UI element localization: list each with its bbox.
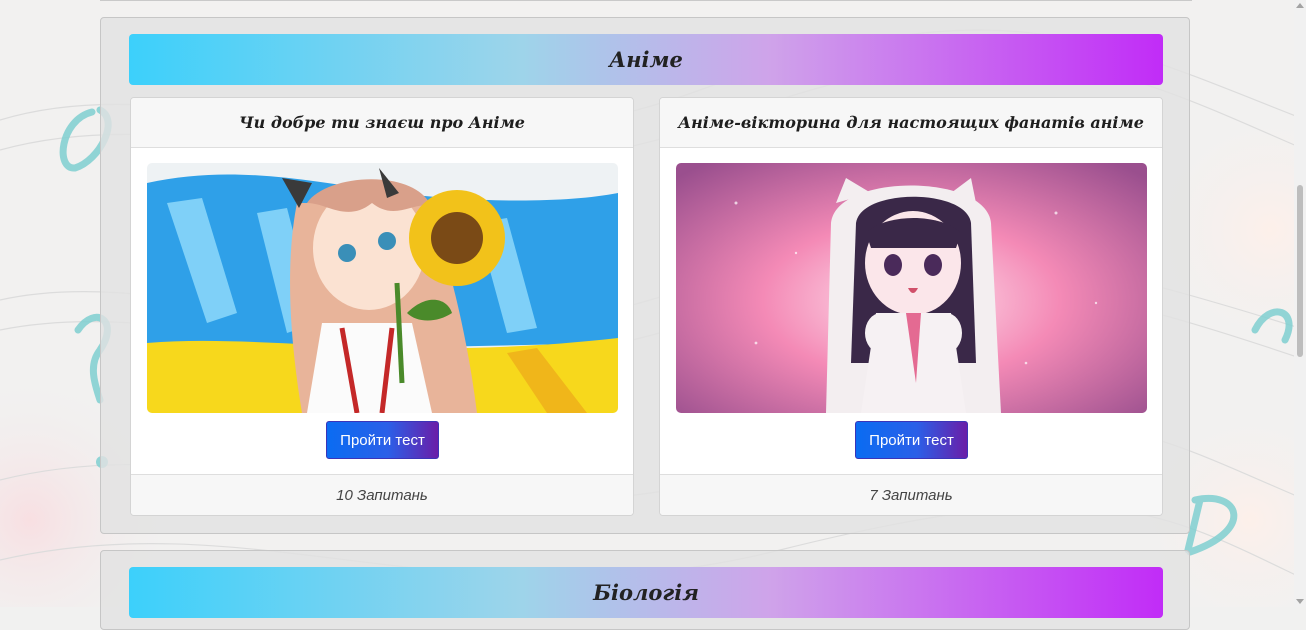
quiz-card-footer: 7 Запитань: [660, 474, 1162, 515]
scroll-down-arrow-icon[interactable]: [1296, 599, 1304, 604]
category-title: Аніме: [609, 47, 683, 72]
page-scrollbar[interactable]: [1294, 0, 1306, 607]
quiz-card-footer: 10 Запитань: [131, 474, 633, 515]
category-section-anime: Аніме Чи добре ти знаєш про Аніме Пройти…: [100, 17, 1190, 534]
quiz-image-anime-girl-sunflower: [147, 163, 618, 413]
quiz-card-header: Чи добре ти знаєш про Аніме: [131, 98, 633, 148]
quiz-title: Чи добре ти знаєш про Аніме: [239, 113, 525, 132]
question-count: 10 Запитань: [336, 486, 428, 504]
previous-section-edge: [100, 0, 1192, 1]
category-title: Біологія: [593, 580, 699, 605]
category-header: Аніме: [129, 34, 1163, 85]
quiz-card-header: Аніме-вікторина для настоящих фанатів ан…: [660, 98, 1162, 148]
category-header: Біологія: [129, 567, 1163, 618]
scrollbar-thumb[interactable]: [1297, 185, 1303, 357]
category-section-biology: Біологія: [100, 550, 1190, 630]
quiz-title: Аніме-вікторина для настоящих фанатів ан…: [678, 113, 1144, 132]
quiz-card: Чи добре ти знаєш про Аніме Пройти тест …: [130, 97, 634, 516]
quiz-image-anime-girl-hoodie: [676, 163, 1147, 413]
take-quiz-button[interactable]: Пройти тест: [326, 421, 439, 459]
scroll-up-arrow-icon[interactable]: [1296, 3, 1304, 8]
quiz-card: Аніме-вікторина для настоящих фанатів ан…: [659, 97, 1163, 516]
question-count: 7 Запитань: [869, 486, 953, 504]
take-quiz-button[interactable]: Пройти тест: [855, 421, 968, 459]
